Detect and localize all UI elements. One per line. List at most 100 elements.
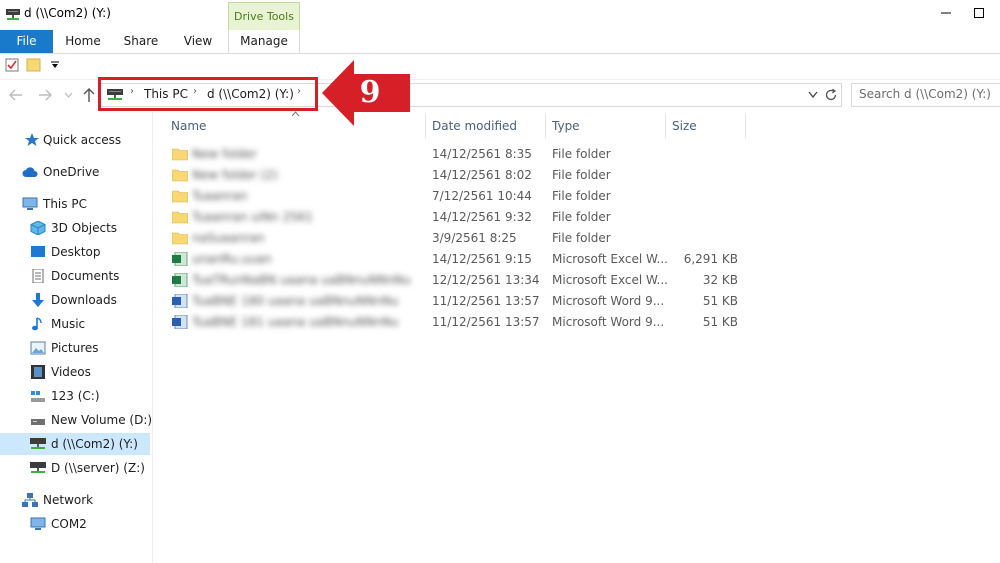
callout-step-number: 9 (359, 75, 381, 110)
file-row[interactable]: TuaBNE 181 uaana uaBNnuNNnNu 11/12/2561 1… (160, 312, 760, 333)
nav-item-network[interactable]: Network (0, 489, 150, 511)
nav-item-onedrive[interactable]: OneDrive (0, 161, 150, 183)
drive-tools-context-label: Drive Tools (228, 2, 300, 31)
maximize-button[interactable] (968, 2, 990, 24)
network-drive-icon (30, 462, 46, 473)
file-date: 14/12/2561 8:02 (432, 168, 532, 182)
file-name[interactable]: Tuaanran (192, 189, 247, 203)
file-row[interactable]: TuaBNE 180 uaana uaBNnuNNnNu 11/12/2561 1… (160, 291, 760, 312)
file-type: Microsoft Word 9... (552, 294, 665, 308)
nav-item-drive-c[interactable]: 123 (C:) (0, 385, 150, 407)
up-arrow-icon[interactable] (82, 87, 96, 103)
nav-label: Downloads (51, 293, 117, 307)
search-input-placeholder[interactable]: Search d (\\Com2) (Y:) (859, 87, 991, 101)
column-separator[interactable] (665, 114, 666, 138)
search-box[interactable]: Search d (\\Com2) (Y:) (851, 83, 1000, 107)
nav-item-drive-d[interactable]: New Volume (D:) (0, 409, 153, 431)
navigation-pane: Quick access OneDrive This PC 3D Objects… (0, 116, 152, 563)
column-separator[interactable] (745, 114, 746, 138)
tab-home[interactable]: Home (55, 30, 111, 53)
column-header-date[interactable]: Date modified (432, 119, 517, 133)
nav-item-com2[interactable]: COM2 (0, 513, 150, 535)
nav-item-desktop[interactable]: Desktop (0, 241, 150, 263)
window-title: d (\\Com2) (Y:) (24, 6, 111, 20)
nav-item-music[interactable]: Music (0, 313, 150, 335)
file-name[interactable]: TuaBNE 181 uaana uaBNnuNNnNu (192, 315, 398, 329)
file-name[interactable]: unanRu.uuan (192, 252, 272, 266)
nav-item-videos[interactable]: Videos (0, 361, 150, 383)
recent-locations-chevron-icon[interactable] (64, 92, 73, 98)
new-folder-icon[interactable] (26, 57, 41, 72)
refresh-button[interactable] (821, 83, 842, 107)
nav-item-3d-objects[interactable]: 3D Objects (0, 217, 150, 239)
cloud-icon (22, 167, 38, 177)
file-type: Microsoft Word 9... (552, 315, 665, 329)
file-type: File folder (552, 189, 611, 203)
excel-file-icon (172, 273, 188, 287)
nav-label: New Volume (D:) (51, 413, 153, 427)
file-type: Microsoft Excel W... (552, 273, 668, 287)
file-name[interactable]: Tuaanran uiNn 2561 (192, 210, 313, 224)
document-icon (32, 269, 44, 283)
nav-label: Pictures (51, 341, 99, 355)
nav-item-documents[interactable]: Documents (0, 265, 150, 287)
picture-icon (30, 341, 46, 355)
file-name[interactable]: TuaTRunNaBN uaana uaBNnuNNnNu (192, 273, 411, 287)
nav-label: Videos (51, 365, 91, 379)
file-row[interactable]: unanRu.uuan 14/12/2561 9:15 Microsoft Exce… (160, 249, 760, 270)
column-separator[interactable] (425, 114, 426, 138)
nav-label: Desktop (51, 245, 101, 259)
nav-item-pictures[interactable]: Pictures (0, 337, 150, 359)
word-file-icon (172, 294, 188, 308)
nav-item-downloads[interactable]: Downloads (0, 289, 150, 311)
tab-manage[interactable]: Manage (228, 30, 300, 54)
address-highlight-box (98, 77, 318, 111)
file-name[interactable]: New folder (2) (192, 168, 278, 182)
network-drive-icon (6, 9, 20, 20)
file-row[interactable]: New folder 14/12/2561 8:35 File folder (160, 144, 760, 165)
local-disk-icon (31, 419, 45, 425)
file-name[interactable]: naSuaanran (192, 231, 264, 245)
address-dropdown-chevron-icon[interactable] (808, 91, 818, 98)
nav-label: 123 (C:) (51, 389, 100, 403)
column-header-size[interactable]: Size (672, 119, 697, 133)
nav-item-drive-z[interactable]: D (\\server) (Z:) (0, 457, 150, 479)
file-date: 11/12/2561 13:57 (432, 294, 540, 308)
file-name[interactable]: New folder (192, 147, 257, 161)
file-row[interactable]: Tuaanran 7/12/2561 10:44 File folder (160, 186, 760, 207)
back-arrow-icon[interactable] (8, 88, 24, 102)
column-separator[interactable] (545, 114, 546, 138)
minimize-button[interactable] (935, 2, 957, 24)
file-row[interactable]: New folder (2) 14/12/2561 8:02 File folder (160, 165, 760, 186)
file-type: File folder (552, 231, 611, 245)
folder-icon (172, 190, 188, 203)
tab-view[interactable]: View (172, 30, 224, 53)
file-date: 12/12/2561 13:34 (432, 273, 540, 287)
file-date: 7/12/2561 10:44 (432, 189, 532, 203)
nav-item-drive-y[interactable]: d (\\Com2) (Y:) (0, 433, 150, 455)
network-drive-icon (30, 438, 46, 449)
column-header-name[interactable]: Name (171, 119, 206, 133)
file-row[interactable]: TuaTRunNaBN uaana uaBNnuNNnNu 12/12/2561 … (160, 270, 760, 291)
pane-divider[interactable] (152, 112, 153, 563)
nav-label: Quick access (43, 133, 122, 147)
local-disk-icon (31, 391, 45, 402)
tab-share[interactable]: Share (112, 30, 170, 53)
file-type: Microsoft Excel W... (552, 252, 668, 266)
customize-toolbar-dropdown-icon[interactable] (50, 61, 60, 69)
forward-arrow-icon[interactable] (37, 88, 53, 102)
nav-item-this-pc[interactable]: This PC (0, 193, 150, 215)
nav-item-quick-access[interactable]: Quick access (0, 129, 150, 151)
properties-checkbox-icon[interactable] (5, 58, 19, 72)
file-date: 14/12/2561 9:32 (432, 210, 532, 224)
nav-label: d (\\Com2) (Y:) (51, 437, 138, 451)
file-name[interactable]: TuaBNE 180 uaana uaBNnuNNnNu (192, 294, 398, 308)
tab-file[interactable]: File (0, 30, 53, 53)
column-header-type[interactable]: Type (552, 119, 580, 133)
nav-label: 3D Objects (51, 221, 118, 235)
desktop-icon (31, 246, 45, 257)
file-row[interactable]: Tuaanran uiNn 2561 14/12/2561 9:32 File fo… (160, 207, 760, 228)
file-row[interactable]: naSuaanran 3/9/2561 8:25 File folder (160, 228, 760, 249)
file-date: 11/12/2561 13:57 (432, 315, 540, 329)
file-date: 14/12/2561 9:15 (432, 252, 532, 266)
